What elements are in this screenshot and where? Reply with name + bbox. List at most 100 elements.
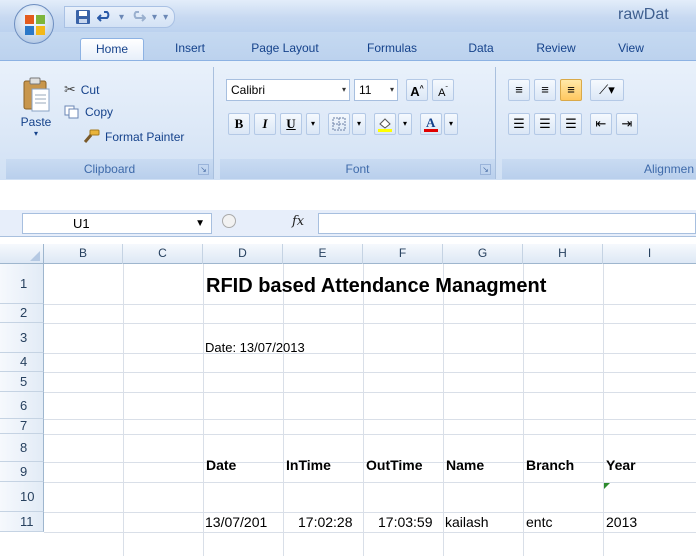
header-outtime[interactable]: OutTime bbox=[366, 457, 423, 473]
record-date[interactable]: 13/07/201 bbox=[205, 514, 267, 530]
align-right-button[interactable]: ☰ bbox=[560, 113, 582, 135]
grow-font-button[interactable]: A^ bbox=[406, 79, 428, 101]
italic-button[interactable]: I bbox=[254, 113, 276, 135]
gridline bbox=[44, 372, 696, 373]
tab-view[interactable]: View bbox=[605, 38, 657, 60]
borders-button[interactable] bbox=[328, 113, 350, 135]
format-painter-icon bbox=[83, 129, 100, 143]
column-header-c[interactable]: C bbox=[123, 244, 203, 264]
row-header-4[interactable]: 4 bbox=[0, 353, 44, 372]
row-header-1[interactable]: 1 bbox=[0, 264, 44, 304]
font-name-combo[interactable]: Calibri ▾ bbox=[226, 79, 350, 101]
row-header-10[interactable]: 10 bbox=[0, 482, 44, 512]
row-header-2[interactable]: 2 bbox=[0, 304, 44, 323]
formula-bar-expand-icon[interactable] bbox=[222, 214, 236, 228]
tab-data[interactable]: Data bbox=[458, 38, 504, 60]
tab-insert[interactable]: Insert bbox=[163, 38, 217, 60]
record-outtime[interactable]: 17:03:59 bbox=[378, 514, 433, 530]
undo-dropdown-icon[interactable]: ▾ bbox=[119, 12, 124, 23]
office-button[interactable] bbox=[14, 4, 54, 44]
row-header-11[interactable]: 11 bbox=[0, 512, 44, 532]
paste-button[interactable]: Paste ▾ bbox=[14, 77, 58, 138]
customize-toolbar-icon[interactable]: ▾ bbox=[163, 12, 168, 23]
redo-icon[interactable] bbox=[130, 9, 147, 25]
bold-button[interactable]: B bbox=[228, 113, 250, 135]
row-header-6[interactable]: 6 bbox=[0, 392, 44, 419]
column-header-d[interactable]: D bbox=[203, 244, 283, 264]
record-intime[interactable]: 17:02:28 bbox=[298, 514, 353, 530]
column-header-g[interactable]: G bbox=[443, 244, 523, 264]
decrease-indent-button[interactable]: ⇤ bbox=[590, 113, 612, 135]
date-cell[interactable]: Date: 13/07/2013 bbox=[205, 340, 305, 355]
font-color-button[interactable]: A bbox=[420, 113, 442, 135]
alignment-group-label: Alignmen bbox=[502, 159, 696, 179]
tab-review[interactable]: Review bbox=[524, 38, 588, 60]
name-box-dropdown-icon[interactable]: ▼ bbox=[195, 214, 205, 233]
format-painter-button[interactable]: Format Painter bbox=[82, 129, 184, 145]
align-middle-button[interactable]: ≡ bbox=[534, 79, 556, 101]
record-branch[interactable]: entc bbox=[526, 514, 552, 530]
scissors-icon: ✂ bbox=[64, 81, 76, 97]
redo-dropdown-icon[interactable]: ▾ bbox=[152, 12, 157, 23]
gridline bbox=[443, 264, 444, 556]
header-intime[interactable]: InTime bbox=[286, 457, 331, 473]
font-launcher-icon[interactable]: ↘ bbox=[480, 164, 491, 175]
row-header-8[interactable]: 8 bbox=[0, 434, 44, 462]
clipboard-launcher-icon[interactable]: ↘ bbox=[198, 164, 209, 175]
row-header-7[interactable]: 7 bbox=[0, 419, 44, 434]
format-painter-label: Format Painter bbox=[105, 130, 185, 144]
insert-function-icon[interactable]: fx bbox=[292, 214, 304, 229]
align-center-button[interactable]: ☰ bbox=[534, 113, 556, 135]
record-year[interactable]: 2013 bbox=[606, 514, 637, 530]
tab-formulas[interactable]: Formulas bbox=[352, 38, 432, 60]
copy-button[interactable]: Copy bbox=[64, 105, 113, 119]
shrink-font-button[interactable]: Aˇ bbox=[432, 79, 454, 101]
gridline bbox=[44, 392, 696, 393]
header-branch[interactable]: Branch bbox=[526, 457, 574, 473]
column-header-h[interactable]: H bbox=[523, 244, 603, 264]
clipboard-group: Paste ▾ ✂ Cut Copy Format Painter Clipbo… bbox=[6, 67, 214, 179]
column-header-b[interactable]: B bbox=[44, 244, 123, 264]
fill-color-button[interactable] bbox=[374, 113, 396, 135]
increase-indent-button[interactable]: ⇥ bbox=[616, 113, 638, 135]
align-top-button[interactable]: ≡ bbox=[508, 79, 530, 101]
undo-icon[interactable] bbox=[97, 9, 113, 25]
fill-color-dropdown-icon[interactable]: ▾ bbox=[398, 113, 412, 135]
align-left-button[interactable]: ☰ bbox=[508, 113, 530, 135]
name-box-value: U1 bbox=[73, 216, 90, 231]
header-year[interactable]: Year bbox=[606, 457, 636, 473]
font-group-label: Font bbox=[220, 159, 495, 179]
row-header-3[interactable]: 3 bbox=[0, 323, 44, 353]
cut-button[interactable]: ✂ Cut bbox=[64, 81, 99, 98]
save-icon[interactable] bbox=[75, 9, 91, 25]
fill-color-icon bbox=[378, 118, 392, 132]
shrink-font-icon: Aˇ bbox=[438, 86, 448, 99]
name-box[interactable]: U1 ▼ bbox=[22, 213, 212, 234]
column-header-i[interactable]: I bbox=[603, 244, 696, 264]
row-header-9[interactable]: 9 bbox=[0, 462, 44, 482]
sheet-title[interactable]: RFID based Attendance Managment bbox=[206, 275, 546, 298]
font-color-dropdown-icon[interactable]: ▾ bbox=[444, 113, 458, 135]
column-header-e[interactable]: E bbox=[283, 244, 363, 264]
header-date[interactable]: Date bbox=[206, 457, 236, 473]
number-as-text-indicator-icon[interactable] bbox=[604, 483, 610, 489]
underline-button[interactable]: U bbox=[280, 113, 302, 135]
formula-input[interactable] bbox=[318, 213, 696, 234]
font-name-dropdown-icon[interactable]: ▾ bbox=[342, 80, 346, 100]
column-header-f[interactable]: F bbox=[363, 244, 443, 264]
gridline bbox=[363, 264, 364, 556]
paste-dropdown-icon[interactable]: ▾ bbox=[34, 130, 38, 138]
tab-home[interactable]: Home bbox=[80, 38, 144, 60]
borders-dropdown-icon[interactable]: ▾ bbox=[352, 113, 366, 135]
underline-dropdown-icon[interactable]: ▾ bbox=[306, 113, 320, 135]
alignment-group: ≡ ≡ ≡ ⟋▾ ☰ ☰ ☰ ⇤ ⇥ Alignmen bbox=[502, 67, 696, 179]
font-size-combo[interactable]: 11 ▾ bbox=[354, 79, 398, 101]
header-name[interactable]: Name bbox=[446, 457, 484, 473]
record-name[interactable]: kailash bbox=[445, 514, 489, 530]
orientation-button[interactable]: ⟋▾ bbox=[590, 79, 624, 101]
font-size-dropdown-icon[interactable]: ▾ bbox=[390, 80, 394, 100]
select-all-button[interactable] bbox=[0, 244, 44, 264]
align-bottom-button[interactable]: ≡ bbox=[560, 79, 582, 101]
tab-page-layout[interactable]: Page Layout bbox=[235, 38, 335, 60]
row-header-5[interactable]: 5 bbox=[0, 372, 44, 392]
